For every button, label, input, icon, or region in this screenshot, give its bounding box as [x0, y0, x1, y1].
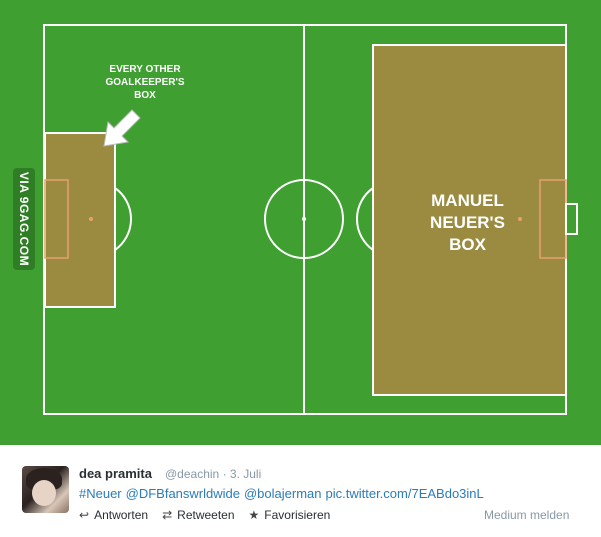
- hashtag-link[interactable]: #Neuer: [79, 486, 122, 501]
- pic-link[interactable]: pic.twitter.com/7EABdo3inL: [326, 486, 484, 501]
- tweet-text: #Neuer @DFBfanswrldwide @bolajerman pic.twi…: [79, 486, 488, 501]
- goalkeeper-box: [44, 132, 116, 308]
- retweet-button[interactable]: ⇄ Retweeten: [162, 508, 234, 522]
- arrow-icon: [103, 109, 141, 147]
- caption-every-other-goalkeeper: EVERY OTHER GOALKEEPER'S BOX: [105, 64, 185, 101]
- tweet-date[interactable]: 3. Juli: [230, 467, 261, 481]
- meta-separator: ·: [222, 467, 227, 481]
- retweet-label: Retweeten: [177, 508, 235, 522]
- tweet-author-name[interactable]: dea pramita: [79, 466, 152, 481]
- watermark-text: VIA 9GAG.COM: [17, 171, 31, 267]
- center-spot: [302, 217, 306, 221]
- tweet-image[interactable]: VIA 9GAG.COM EVERY OTHER GOALKEEPER'S BO…: [0, 0, 601, 445]
- avatar[interactable]: [22, 466, 69, 513]
- left-penalty-arc: [114, 187, 132, 251]
- tweet-actions: ↩ Antworten ⇄ Retweeten ★ Favorisieren: [79, 508, 330, 522]
- right-goal: [565, 203, 578, 235]
- reply-label: Antworten: [94, 508, 149, 522]
- favorite-label: Favorisieren: [264, 508, 331, 522]
- reply-icon: ↩: [79, 508, 90, 522]
- right-penalty-arc: [356, 187, 374, 251]
- reply-button[interactable]: ↩ Antworten: [79, 508, 148, 522]
- favorite-button[interactable]: ★ Favorisieren: [249, 508, 331, 522]
- left-penalty-spot: [89, 217, 93, 221]
- tweet-author-handle[interactable]: @deachin: [165, 467, 219, 481]
- star-icon: ★: [248, 508, 260, 522]
- caption-neuer-box: MANUEL NEUER'S BOX: [430, 191, 505, 254]
- tweet-author-meta[interactable]: @deachin · 3. Juli: [165, 467, 261, 481]
- watermark-badge: VIA 9GAG.COM: [13, 168, 35, 270]
- mention-link[interactable]: @bolajerman: [244, 486, 322, 501]
- report-media-link[interactable]: Medium melden: [484, 508, 569, 522]
- mention-link[interactable]: @DFBfanswrldwide: [126, 486, 240, 501]
- retweet-icon: ⇄: [162, 508, 173, 522]
